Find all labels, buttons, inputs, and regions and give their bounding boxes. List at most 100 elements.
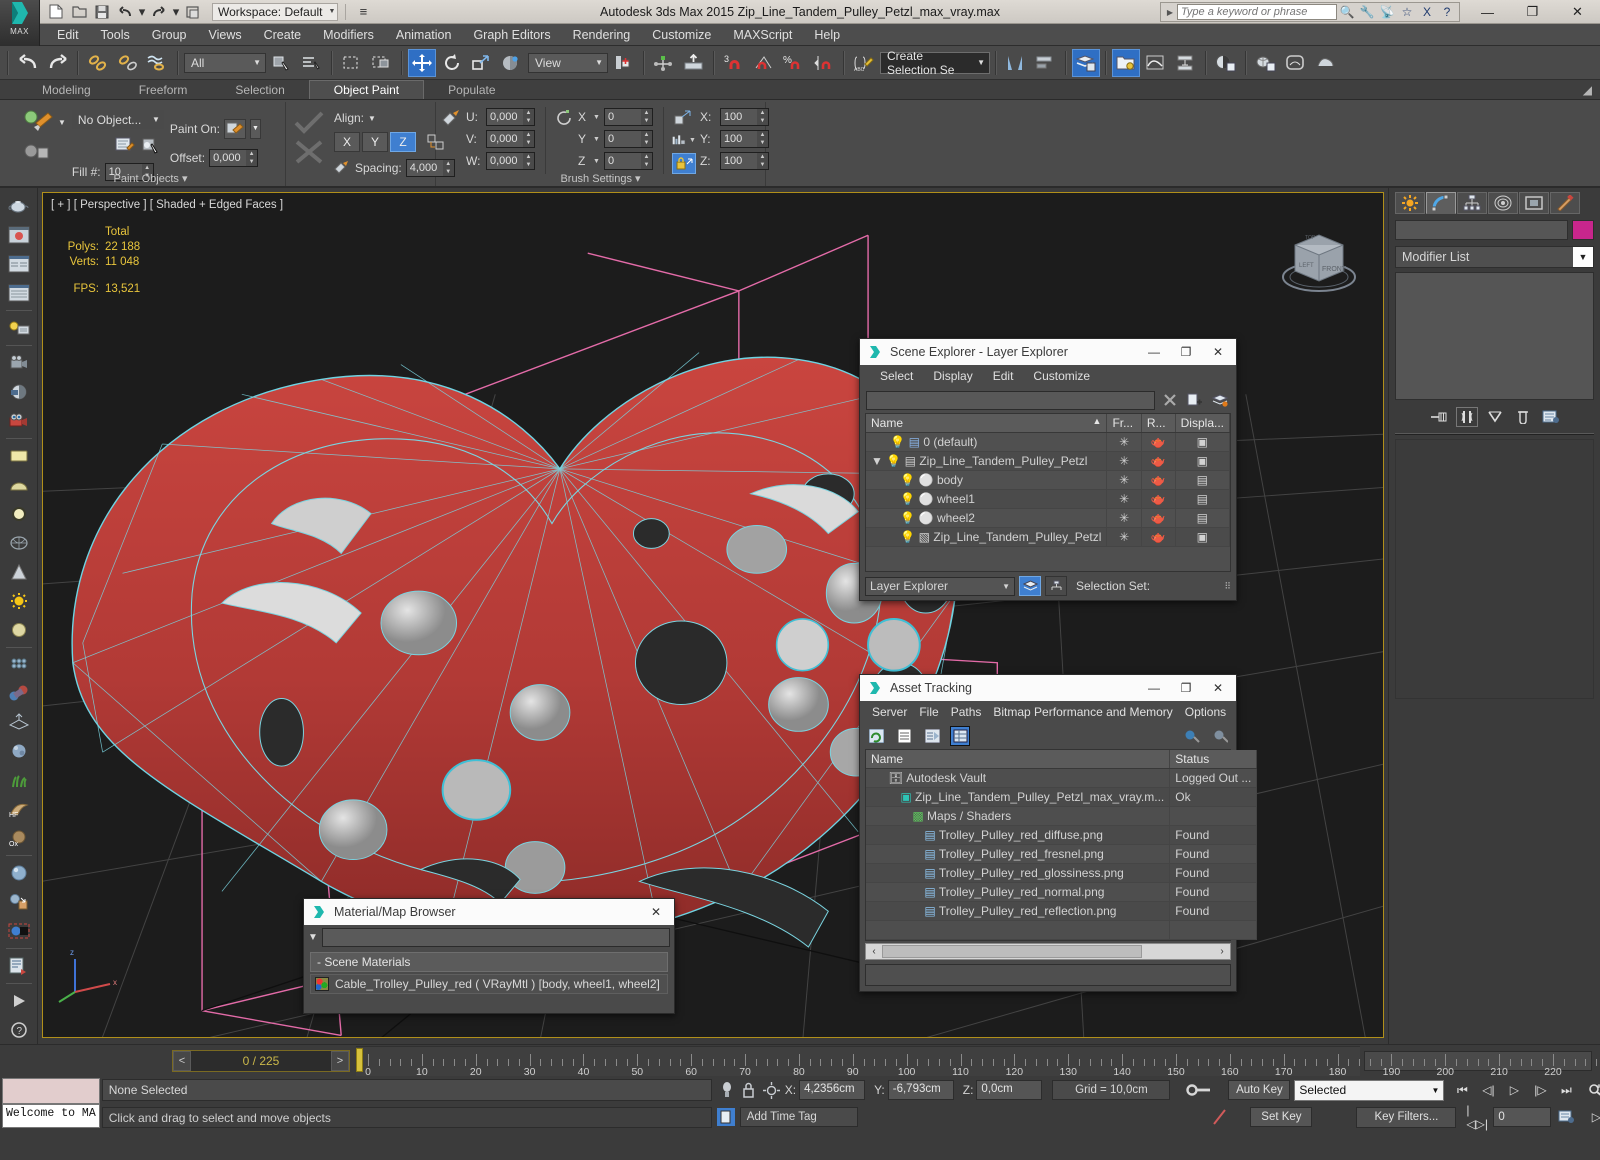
ribbon-tab-object-paint[interactable]: Object Paint bbox=[308, 80, 425, 99]
menu-item-edit[interactable]: Edit bbox=[46, 26, 90, 44]
brush-rot-x-stepper[interactable]: ▲▼ bbox=[603, 108, 653, 126]
paint-on-surface-icon[interactable] bbox=[223, 118, 246, 139]
sun-light-icon[interactable] bbox=[4, 587, 34, 615]
unlink-selection-icon[interactable] bbox=[114, 49, 142, 77]
infocenter-icon[interactable]: 🔍 bbox=[1337, 5, 1357, 19]
lock-selection-icon[interactable] bbox=[742, 1081, 755, 1099]
perspective-viewport[interactable]: z x TOP LEFT FRONT [ + ] [ Perspective ]… bbox=[42, 192, 1384, 1038]
stepper-arrows-icon[interactable]: ▲ ▼ bbox=[523, 109, 534, 125]
tab-utilities[interactable] bbox=[1550, 192, 1580, 214]
frozen-cell[interactable]: ✳ bbox=[1106, 432, 1142, 452]
key-mode-toggle[interactable] bbox=[1170, 1082, 1228, 1098]
tab-modify[interactable] bbox=[1426, 192, 1456, 214]
frozen-cell[interactable]: ✳ bbox=[1106, 489, 1142, 509]
brush-v-stepper[interactable]: ▲▼ bbox=[486, 130, 535, 148]
brush-w-stepper[interactable]: ▲▼ bbox=[486, 152, 535, 170]
field-of-view-icon[interactable]: ▷ bbox=[1584, 1106, 1600, 1128]
brush-scale-icon[interactable] bbox=[672, 107, 696, 128]
ies-light-icon[interactable] bbox=[4, 558, 34, 586]
chevron-down-icon[interactable]: ▼ bbox=[593, 114, 600, 121]
table-row[interactable]: ▤ Trolley_Pulley_red_normal.png Found bbox=[866, 882, 1258, 902]
material-browser-titlebar[interactable]: Material/Map Browser ✕ bbox=[304, 899, 674, 925]
light-lister-icon[interactable] bbox=[4, 314, 34, 342]
chevron-down-icon[interactable]: ▼ bbox=[689, 137, 696, 144]
stepper-arrows-icon[interactable]: ▲ ▼ bbox=[756, 131, 768, 147]
proxy-mesh-icon[interactable] bbox=[4, 650, 34, 678]
asset-horizontal-scrollbar[interactable]: ‹ › bbox=[865, 943, 1231, 960]
next-frame-button[interactable]: > bbox=[331, 1050, 349, 1071]
maxscript-mini-listener[interactable]: Welcome to MA bbox=[0, 1076, 102, 1138]
layer-explorer-icon[interactable] bbox=[1072, 48, 1100, 77]
zoom-icon[interactable] bbox=[1584, 1079, 1600, 1101]
select-and-link-icon[interactable] bbox=[84, 49, 112, 77]
scene-explorer-filter-input[interactable] bbox=[866, 390, 1155, 410]
display-cell[interactable]: ▣ bbox=[1175, 432, 1231, 452]
renderable-cell[interactable]: 🫖 bbox=[1141, 451, 1176, 471]
vray-fur-icon[interactable] bbox=[4, 679, 34, 707]
batch-render-icon[interactable] bbox=[4, 952, 34, 980]
listener-white-pane[interactable]: Welcome to MA bbox=[2, 1104, 100, 1128]
show-end-result-icon[interactable] bbox=[1455, 407, 1478, 427]
rectangle-light-icon[interactable] bbox=[4, 442, 34, 470]
bind-to-space-warp-icon[interactable] bbox=[144, 49, 172, 77]
object-color-swatch[interactable] bbox=[1572, 220, 1594, 240]
close-button[interactable]: ✕ bbox=[1555, 0, 1600, 24]
maximize-button[interactable]: ❐ bbox=[1170, 340, 1202, 364]
table-row[interactable]: ▤ Trolley_Pulley_red_reflection.png Foun… bbox=[866, 901, 1258, 921]
coord-z-value[interactable]: 0,0cm bbox=[976, 1080, 1043, 1100]
scene-converter-icon[interactable] bbox=[4, 279, 34, 307]
resize-grip-icon[interactable]: ⠿ bbox=[1224, 581, 1231, 592]
align-icon[interactable] bbox=[1032, 49, 1060, 77]
vray-sphere-fade-icon[interactable] bbox=[4, 737, 34, 765]
table-row[interactable] bbox=[866, 920, 1258, 940]
menu-item-views[interactable]: Views bbox=[197, 26, 252, 44]
stepper-arrows-icon[interactable]: ▲ ▼ bbox=[640, 131, 652, 147]
use-selection-center-icon[interactable] bbox=[650, 49, 678, 77]
asset-tracking-window[interactable]: Asset Tracking — ❐ ✕ Server File Paths B… bbox=[859, 674, 1258, 992]
teapot-primitive-icon[interactable] bbox=[4, 192, 34, 220]
spinner-snap-icon[interactable] bbox=[810, 49, 838, 77]
path-view-icon[interactable] bbox=[922, 726, 942, 746]
brush-rot-y-stepper[interactable]: ▲▼ bbox=[603, 130, 653, 148]
col-display[interactable]: Displa... bbox=[1175, 414, 1231, 433]
ribbon-tab-freeform[interactable]: Freeform bbox=[115, 81, 212, 99]
key-mode-combo[interactable]: Selected ▼ bbox=[1294, 1079, 1445, 1101]
material-editor-icon[interactable] bbox=[4, 221, 34, 249]
refresh-icon[interactable] bbox=[866, 726, 886, 746]
tab-hierarchy[interactable] bbox=[1457, 192, 1487, 214]
render-production-icon[interactable] bbox=[1312, 49, 1340, 77]
scene-materials-group-header[interactable]: - Scene Materials bbox=[310, 952, 668, 972]
display-cell[interactable]: ▤ bbox=[1175, 470, 1231, 490]
search-expand-icon[interactable]: ▶ bbox=[1163, 8, 1177, 17]
brush-scale-y-stepper[interactable]: ▲▼ bbox=[719, 130, 769, 148]
chevron-down-icon[interactable]: ▼ bbox=[58, 118, 66, 127]
brush-scale-lock-icon[interactable] bbox=[671, 153, 696, 174]
standard-sphere-icon[interactable] bbox=[4, 859, 34, 887]
material-editor-icon[interactable] bbox=[1212, 49, 1240, 77]
stepper-arrows-icon[interactable]: ▲ ▼ bbox=[756, 153, 768, 169]
go-to-end-icon[interactable]: ⏭ bbox=[1554, 1079, 1578, 1101]
clear-filter-icon[interactable] bbox=[1160, 390, 1180, 410]
brush-u-input[interactable] bbox=[487, 109, 523, 125]
expander-icon[interactable]: ▼ bbox=[871, 454, 883, 468]
modifier-list-combo[interactable]: Modifier List ▼ bbox=[1395, 246, 1594, 268]
add-time-tag-icon[interactable] bbox=[712, 1108, 740, 1126]
col-name[interactable]: Name ▲ bbox=[866, 414, 1108, 433]
ornatrix-icon[interactable]: Ox bbox=[4, 824, 34, 852]
brush-scale-x-stepper[interactable]: ▲▼ bbox=[719, 108, 769, 126]
material-explorer-icon[interactable] bbox=[4, 250, 34, 278]
table-row[interactable]: ▼ 💡 ▤ Zip_Line_Tandem_Pulley_Petzl ✳ 🫖 ▣ bbox=[866, 451, 1231, 471]
vray-grass-icon[interactable] bbox=[4, 766, 34, 794]
make-unique-icon[interactable] bbox=[1484, 407, 1506, 427]
table-row[interactable]: ▤ Trolley_Pulley_red_diffuse.png Found bbox=[866, 825, 1258, 845]
key-filter-toggle-icon[interactable] bbox=[1192, 1108, 1250, 1126]
stepper-arrows-icon[interactable]: ▲ ▼ bbox=[640, 109, 652, 125]
delete-layer-icon[interactable] bbox=[1210, 390, 1230, 410]
redo-dropdown-icon[interactable]: ▾ bbox=[172, 2, 180, 21]
col-renderable[interactable]: R... bbox=[1141, 414, 1176, 433]
track-bar[interactable]: 0 10 20 30 40 50 60 70 80 90 100 110 120 130 140 150 160… bbox=[356, 1045, 1598, 1078]
undo-scene-icon[interactable] bbox=[14, 49, 42, 77]
menu-item-customize[interactable]: Customize bbox=[641, 26, 722, 44]
brush-scale-z-stepper[interactable]: ▲▼ bbox=[719, 152, 769, 170]
remove-modifier-icon[interactable] bbox=[1512, 407, 1534, 427]
